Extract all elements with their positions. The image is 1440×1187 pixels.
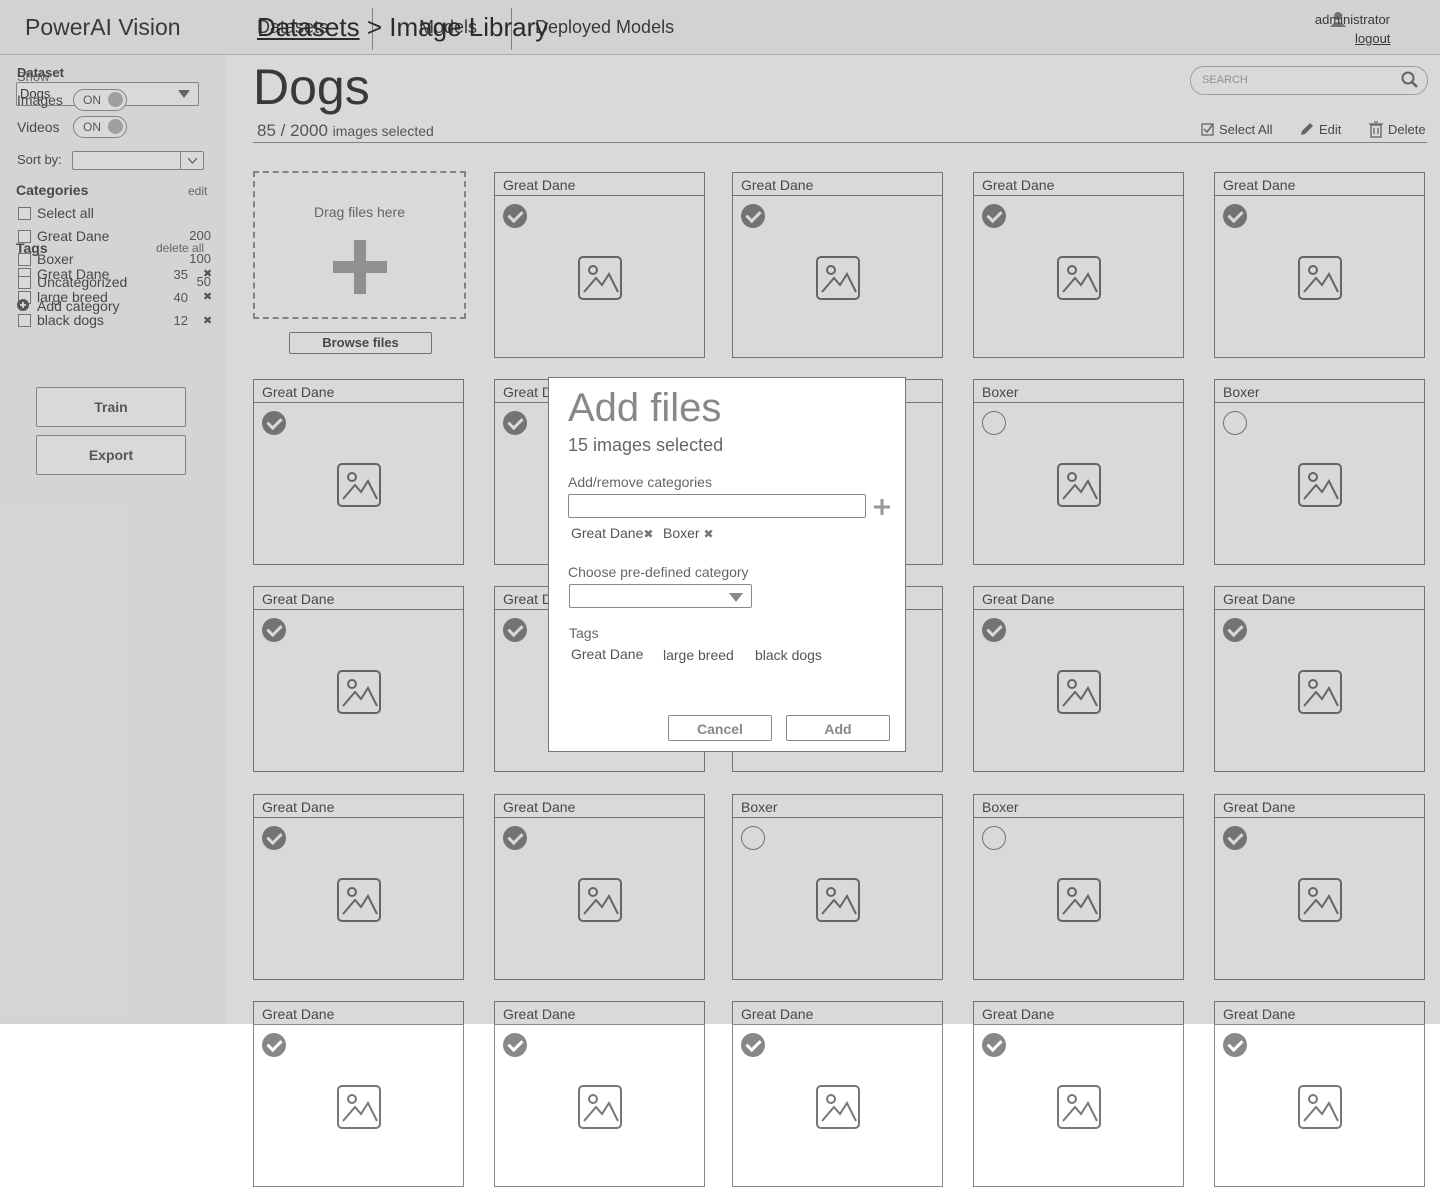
checkmark-icon[interactable] — [1223, 1033, 1247, 1057]
remove-chip-icon[interactable]: ✖ — [703, 527, 713, 541]
checkmark-icon[interactable] — [503, 1033, 527, 1057]
remove-chip-icon[interactable]: ✖ — [643, 527, 653, 541]
cancel-button[interactable]: Cancel — [668, 715, 772, 741]
image-card[interactable]: Great Dane — [1214, 1001, 1425, 1187]
category-chip: Great Dane✖ — [571, 525, 653, 541]
image-placeholder-icon — [1057, 1085, 1101, 1129]
chip-label: Great Dane — [571, 525, 644, 541]
categories-field-label: Add/remove categories — [568, 474, 712, 490]
predefined-field-label: Choose pre-defined category — [568, 564, 749, 580]
category-input[interactable] — [568, 494, 866, 518]
checkmark-icon[interactable] — [262, 1033, 286, 1057]
predefined-category-select[interactable] — [569, 584, 752, 608]
dialog-subtitle: 15 images selected — [568, 435, 724, 455]
dialog-title: Add files — [568, 386, 722, 430]
image-card[interactable]: Great Dane — [494, 1001, 705, 1187]
image-placeholder-icon — [578, 1085, 622, 1129]
image-placeholder-icon — [337, 1085, 381, 1129]
image-card[interactable]: Great Dane — [973, 1001, 1184, 1187]
tag-item[interactable]: Great Dane — [571, 646, 643, 662]
add-icon[interactable] — [874, 499, 890, 515]
tag-item[interactable]: large breed — [663, 647, 734, 663]
chevron-down-icon — [729, 593, 743, 602]
image-placeholder-icon — [816, 1085, 860, 1129]
tag-item[interactable]: black dogs — [755, 647, 822, 663]
tags-field-label: Tags — [569, 625, 599, 641]
image-card[interactable]: Great Dane — [732, 1001, 943, 1187]
category-chip: Boxer ✖ — [663, 525, 714, 541]
chip-label: Boxer — [663, 525, 700, 541]
add-button[interactable]: Add — [786, 715, 890, 741]
image-placeholder-icon — [1298, 1085, 1342, 1129]
checkmark-icon[interactable] — [982, 1033, 1006, 1057]
add-files-dialog: Add files 15 images selected Add/remove … — [548, 377, 906, 752]
checkmark-icon[interactable] — [741, 1033, 765, 1057]
image-card[interactable]: Great Dane — [253, 1001, 464, 1187]
